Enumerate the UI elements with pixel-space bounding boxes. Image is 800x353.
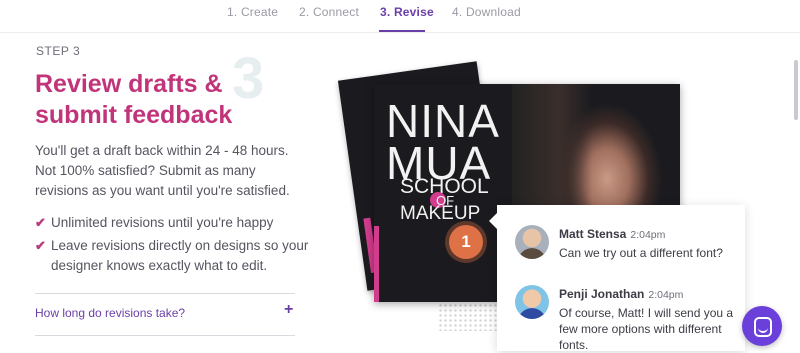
message-time: 2:04pm	[648, 289, 684, 301]
tab-revise[interactable]: 3. Revise	[380, 5, 434, 19]
step-label: STEP 3	[36, 44, 81, 58]
message-header: Penji Jonathan 2:04pm	[559, 287, 683, 301]
title-line-2: submit feedback	[35, 101, 233, 129]
section-title: Review drafts & submit feedback	[35, 69, 275, 131]
checkmark-icon: ✔	[35, 215, 46, 230]
tab-create[interactable]: 1. Create	[227, 5, 278, 19]
step-tabs: 1. Create 2. Connect 3. Revise 4. Downlo…	[0, 0, 800, 33]
faq-question[interactable]: How long do revisions take?	[35, 306, 185, 320]
title-line-1: Review drafts &	[35, 70, 223, 98]
feature-item: ✔ Unlimited revisions until you're happy	[35, 213, 310, 233]
feature-text: Leave revisions directly on designs so y…	[51, 238, 309, 273]
feature-text: Unlimited revisions until you're happy	[51, 215, 274, 230]
brand-line-5: MAKEUP	[400, 203, 481, 224]
avatar	[515, 225, 549, 259]
message-header: Matt Stensa 2:04pm	[559, 227, 665, 241]
accent-bar	[374, 226, 379, 302]
divider	[35, 293, 295, 294]
chat-launcher-button[interactable]	[742, 306, 782, 346]
feature-item: ✔ Leave revisions directly on designs so…	[35, 236, 310, 276]
chat-launcher-icon	[754, 317, 772, 337]
plus-icon[interactable]: +	[284, 301, 293, 319]
message-text: Of course, Matt! I will send you a few m…	[559, 306, 734, 352]
message-text: Can we try out a different font?	[559, 246, 723, 260]
tab-connect[interactable]: 2. Connect	[299, 5, 359, 19]
checkmark-icon: ✔	[35, 238, 46, 253]
sender-name: Penji Jonathan	[559, 287, 645, 301]
comment-panel: Matt Stensa 2:04pm Can we try out a diffe…	[489, 205, 745, 352]
sender-name: Matt Stensa	[559, 227, 627, 241]
avatar	[515, 285, 549, 319]
divider	[35, 335, 295, 336]
active-tab-indicator	[379, 30, 425, 32]
tab-download[interactable]: 4. Download	[452, 5, 521, 19]
scrollbar[interactable]	[794, 60, 798, 120]
section-description: You'll get a draft back within 24 - 48 h…	[35, 143, 290, 198]
message-time: 2:04pm	[630, 229, 666, 241]
revision-marker[interactable]: 1	[449, 225, 483, 259]
